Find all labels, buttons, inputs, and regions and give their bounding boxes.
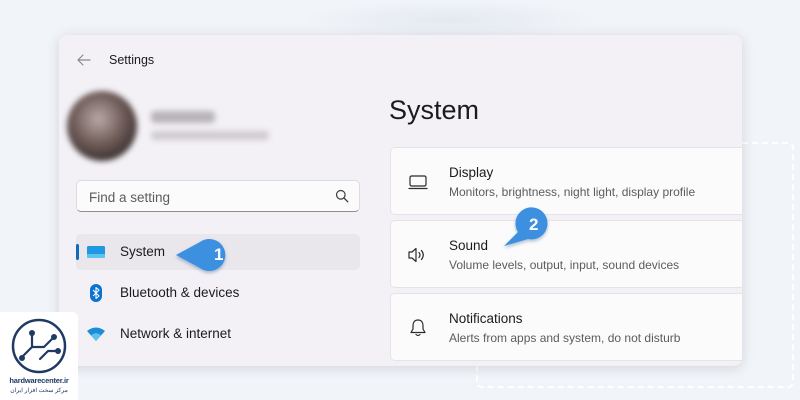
callout-marker-1: 1 (174, 236, 238, 276)
sidebar-item-label: Bluetooth & devices (120, 285, 240, 300)
sidebar-item-bluetooth[interactable]: Bluetooth & devices (76, 275, 360, 311)
search-icon[interactable] (335, 189, 349, 203)
settings-window: Settings System Bluetooth & dev (59, 35, 742, 366)
callout-number: 2 (529, 215, 539, 234)
callout-pointer-shape (176, 239, 226, 271)
search-box (76, 180, 360, 213)
speaker-icon (407, 244, 429, 266)
sidebar-item-label: Network & internet (120, 326, 232, 341)
bell-icon (407, 317, 429, 339)
circuit-logo-icon (11, 318, 67, 374)
card-description: Monitors, brightness, night light, displ… (449, 185, 696, 199)
card-title: Sound (449, 238, 489, 253)
card-description: Volume levels, output, input, sound devi… (449, 258, 680, 272)
watermark-brand: hardwarecenter.ir (9, 376, 69, 385)
watermark-logo: hardwarecenter.ir مرکز سخت افزار ایران (0, 312, 78, 400)
back-arrow-icon (77, 54, 91, 66)
callout-marker-2: 2 (500, 206, 558, 250)
back-button[interactable] (73, 49, 95, 71)
app-title: Settings (109, 53, 155, 67)
user-profile[interactable] (67, 91, 347, 161)
setting-card-sound[interactable]: Sound Volume levels, output, input, soun… (390, 220, 742, 288)
sidebar-item-network[interactable]: Network & internet (76, 316, 360, 352)
setting-card-display[interactable]: Display Monitors, brightness, night ligh… (390, 147, 742, 215)
page-title: System (389, 95, 480, 125)
display-icon (407, 171, 429, 193)
wifi-icon (86, 325, 106, 343)
profile-email-blurred (151, 131, 269, 140)
profile-name-blurred (151, 111, 215, 123)
search-input[interactable] (87, 181, 331, 213)
selection-indicator (76, 244, 79, 260)
avatar (67, 91, 137, 161)
sidebar-item-label: System (120, 244, 166, 259)
setting-card-notifications[interactable]: Notifications Alerts from apps and syste… (390, 293, 742, 361)
card-title: Display (449, 165, 494, 180)
monitor-icon (86, 243, 106, 261)
watermark-subtitle: مرکز سخت افزار ایران (10, 388, 68, 394)
bluetooth-icon (86, 284, 106, 302)
callout-number: 1 (214, 245, 224, 264)
background-glow (300, 0, 600, 40)
title-bar: Settings (59, 35, 742, 87)
card-title: Notifications (449, 311, 523, 326)
card-description: Alerts from apps and system, do not dist… (449, 331, 681, 345)
